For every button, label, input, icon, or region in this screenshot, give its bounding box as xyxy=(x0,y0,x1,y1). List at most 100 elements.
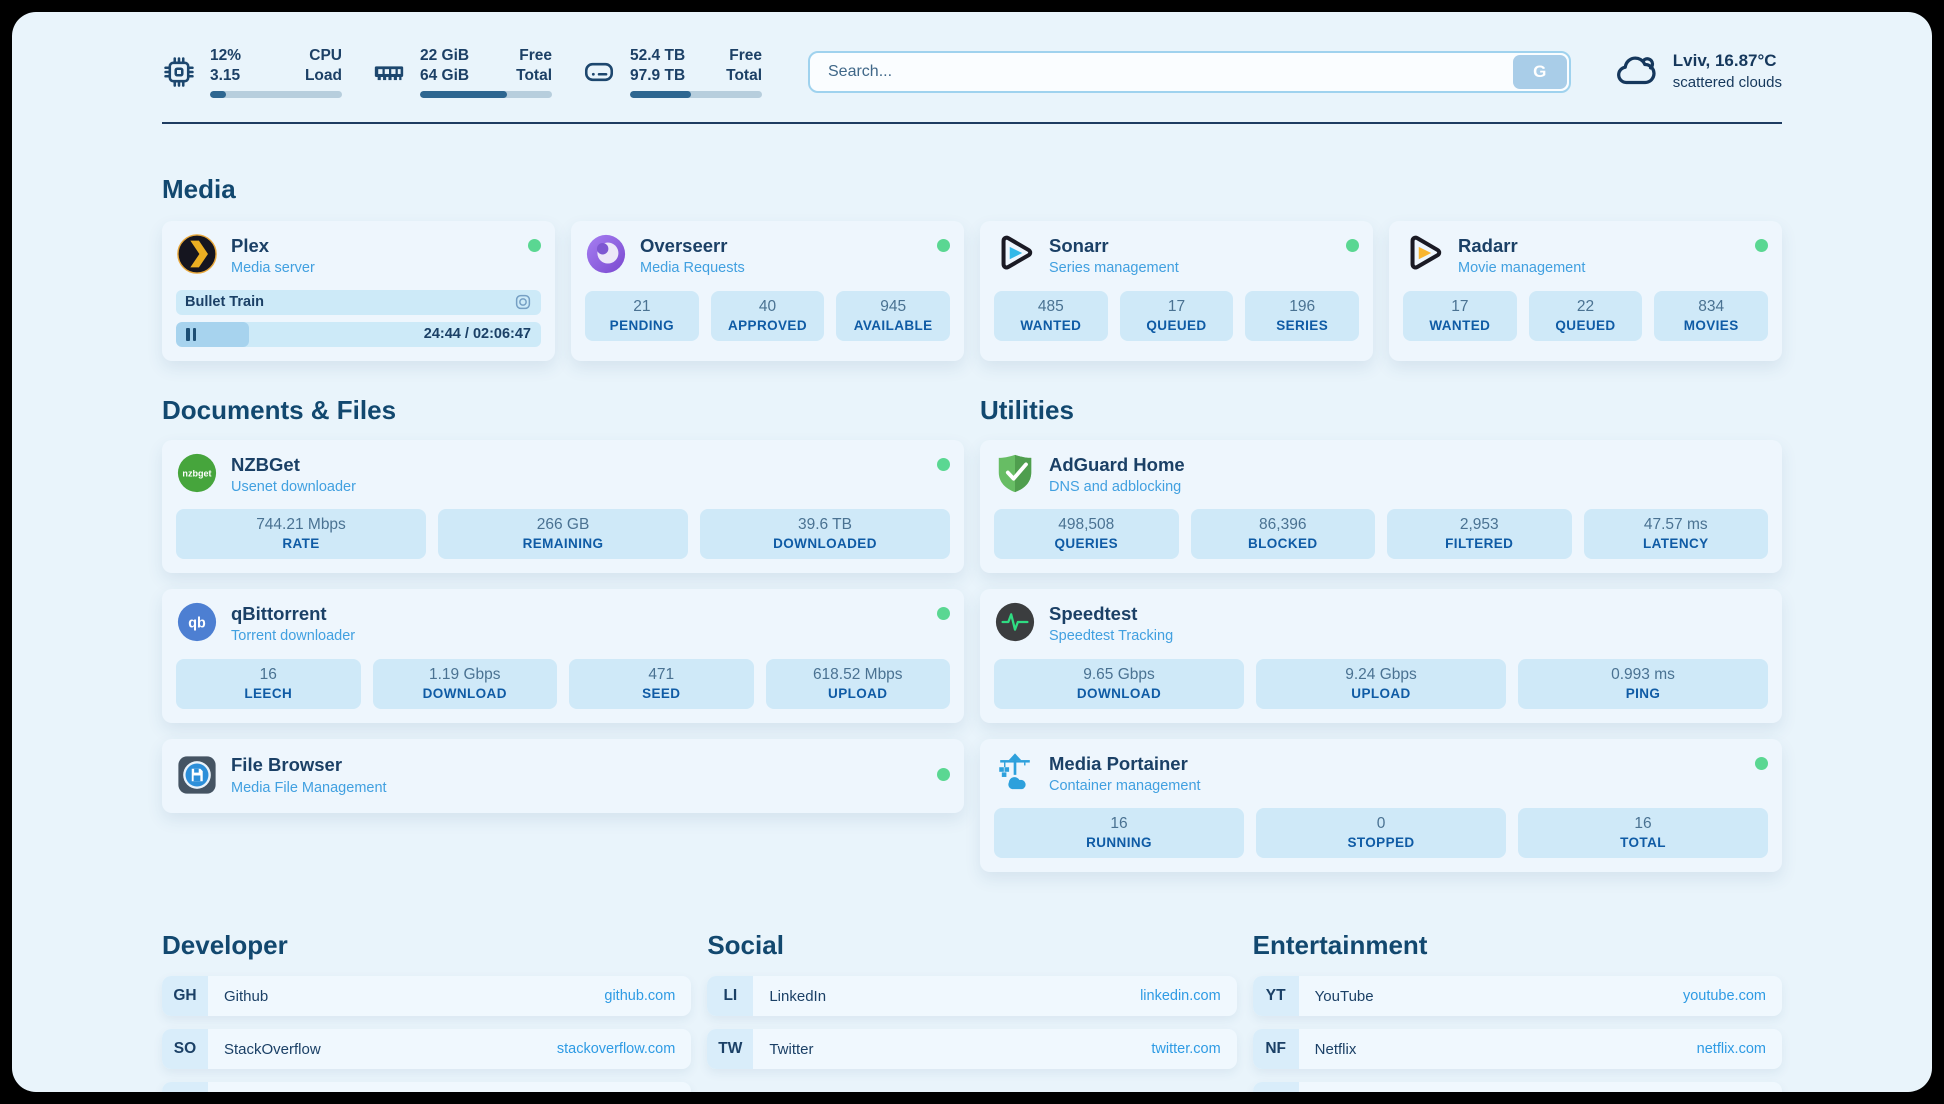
status-dot xyxy=(1755,239,1768,252)
ram-icon xyxy=(372,55,406,89)
system-stats: 12% 3.15 CPU Load xyxy=(162,46,762,98)
bookmark-abbr: RE xyxy=(1253,1082,1299,1092)
bookmark-group-entertainment: Entertainment YT YouTube youtube.com NF … xyxy=(1253,930,1782,1092)
bookmark-url: linkedin.com xyxy=(1140,988,1221,1004)
utilities-column: Utilities AdGuard Home xyxy=(980,395,1782,873)
bookmark-abbr: DT xyxy=(162,1082,208,1092)
svg-text:nzbget: nzbget xyxy=(182,468,211,478)
sonarr-icon xyxy=(994,233,1036,275)
section-title-social: Social xyxy=(707,930,1236,961)
stat-chip: 485 WANTED xyxy=(994,291,1108,341)
search-bar: G xyxy=(808,51,1571,93)
bookmark-name: YouTube xyxy=(1315,988,1374,1005)
status-dot xyxy=(528,239,541,252)
bookmark-netflix[interactable]: NF Netflix netflix.com xyxy=(1253,1029,1782,1069)
bookmark-name: StackOverflow xyxy=(224,1041,321,1058)
ram-total-value: 64 GiB xyxy=(420,66,469,85)
media-grid: Plex Media server Bullet Train 24:44 / 0… xyxy=(162,221,1782,361)
bookmark-url: twitter.com xyxy=(1151,1041,1220,1057)
stat-chip: 1.19 Gbps DOWNLOAD xyxy=(373,659,558,709)
bookmark-name: Github xyxy=(224,988,268,1005)
app-card-plex[interactable]: Plex Media server Bullet Train 24:44 / 0… xyxy=(162,221,555,361)
stat-chip: 16 LEECH xyxy=(176,659,361,709)
app-name: qBittorrent xyxy=(231,603,355,625)
bookmark-url: youtube.com xyxy=(1683,988,1766,1004)
app-card-qbittorrent[interactable]: qb qBittorrent Torrent downloader 16 LEE… xyxy=(162,589,964,723)
stat-chip: 17 WANTED xyxy=(1403,291,1517,341)
bookmark-linkedin[interactable]: LI LinkedIn linkedin.com xyxy=(707,976,1236,1016)
stat-chip: 0.993 ms PING xyxy=(1518,659,1768,709)
status-dot xyxy=(937,768,950,781)
bookmark-reddit[interactable]: RE Reddit reddit.com xyxy=(1253,1082,1782,1092)
app-name: AdGuard Home xyxy=(1049,454,1185,476)
session-icon[interactable] xyxy=(514,293,532,311)
stat-chip: 39.6 TB DOWNLOADED xyxy=(700,509,950,559)
app-name: Sonarr xyxy=(1049,235,1179,257)
bookmark-abbr: TW xyxy=(707,1029,753,1069)
bookmark-github[interactable]: GH Github github.com xyxy=(162,976,691,1016)
memory-stat: 22 GiB 64 GiB Free Total xyxy=(372,46,552,98)
cpu-stat: 12% 3.15 CPU Load xyxy=(162,46,342,98)
weather-widget: Lviv, 16.87°C scattered clouds xyxy=(1613,47,1782,98)
bookmark-dev[interactable]: DT DEV dev.to xyxy=(162,1082,691,1092)
stat-chip: 86,396 BLOCKED xyxy=(1191,509,1376,559)
status-dot xyxy=(937,239,950,252)
app-name: Radarr xyxy=(1458,235,1585,257)
bookmark-abbr: YT xyxy=(1253,976,1299,1016)
cpu-progress-bar xyxy=(210,91,342,98)
app-card-radarr[interactable]: Radarr Movie management 17 WANTED 22 QUE… xyxy=(1389,221,1782,361)
stat-chip: 16 RUNNING xyxy=(994,808,1244,858)
ram-free-value: 22 GiB xyxy=(420,46,469,65)
playback-progress-bar: 24:44 / 02:06:47 xyxy=(176,322,541,347)
app-card-speedtest[interactable]: Speedtest Speedtest Tracking 9.65 Gbps D… xyxy=(980,589,1782,723)
bookmark-twitter[interactable]: TW Twitter twitter.com xyxy=(707,1029,1236,1069)
search-input[interactable] xyxy=(808,51,1571,93)
disk-total-value: 97.9 TB xyxy=(630,66,685,85)
app-card-sonarr[interactable]: Sonarr Series management 485 WANTED 17 Q… xyxy=(980,221,1373,361)
app-subtitle: Series management xyxy=(1049,260,1179,277)
bookmark-name: Twitter xyxy=(769,1041,813,1058)
bookmark-abbr: SO xyxy=(162,1029,208,1069)
cpu-icon xyxy=(162,55,196,89)
app-card-portainer[interactable]: Media Portainer Container management 16 … xyxy=(980,739,1782,873)
header: 12% 3.15 CPU Load xyxy=(162,40,1782,104)
app-card-overseerr[interactable]: Overseerr Media Requests 21 PENDING 40 A… xyxy=(571,221,964,361)
app-name: Plex xyxy=(231,235,315,257)
bookmark-stackoverflow[interactable]: SO StackOverflow stackoverflow.com xyxy=(162,1029,691,1069)
stat-chip: 9.24 Gbps UPLOAD xyxy=(1256,659,1506,709)
bookmark-group-developer: Developer GH Github github.com SO StackO… xyxy=(162,930,691,1092)
stat-chip: 47.57 ms LATENCY xyxy=(1584,509,1769,559)
stat-chip: 744.21 Mbps RATE xyxy=(176,509,426,559)
section-title-utilities: Utilities xyxy=(980,395,1782,426)
app-subtitle: Media File Management xyxy=(231,780,387,797)
section-title-entertainment: Entertainment xyxy=(1253,930,1782,961)
app-card-adguard[interactable]: AdGuard Home DNS and adblocking 498,508 … xyxy=(980,440,1782,574)
disk-icon xyxy=(582,55,616,89)
stat-chip: 471 SEED xyxy=(569,659,754,709)
search-provider-button[interactable]: G xyxy=(1513,55,1567,89)
app-subtitle: Usenet downloader xyxy=(231,479,356,496)
app-subtitle: Speedtest Tracking xyxy=(1049,628,1173,645)
documents-column: Documents & Files nzbget NZBGet U xyxy=(162,395,964,873)
bookmark-name: LinkedIn xyxy=(769,988,826,1005)
app-subtitle: Media Requests xyxy=(640,260,745,277)
adguard-icon xyxy=(994,452,1036,494)
plex-icon xyxy=(176,233,218,275)
app-card-nzbget[interactable]: nzbget NZBGet Usenet downloader 744.21 M… xyxy=(162,440,964,574)
app-card-filebrowser[interactable]: File Browser Media File Management xyxy=(162,739,964,813)
bookmark-group-social: Social LI LinkedIn linkedin.com TW Twitt… xyxy=(707,930,1236,1092)
app-name: Speedtest xyxy=(1049,603,1173,625)
bookmark-abbr: LI xyxy=(707,976,753,1016)
bookmark-url: netflix.com xyxy=(1697,1041,1766,1057)
speedtest-icon xyxy=(994,601,1036,643)
stat-chip: 618.52 Mbps UPLOAD xyxy=(766,659,951,709)
bookmark-youtube[interactable]: YT YouTube youtube.com xyxy=(1253,976,1782,1016)
ram-progress-bar xyxy=(420,91,552,98)
nzbget-icon: nzbget xyxy=(176,452,218,494)
cpu-load-label: Load xyxy=(305,66,342,85)
disk-free-value: 52.4 TB xyxy=(630,46,685,65)
bookmark-url: stackoverflow.com xyxy=(557,1041,675,1057)
app-name: File Browser xyxy=(231,754,387,776)
app-subtitle: Movie management xyxy=(1458,260,1585,277)
stat-chip: 9.65 Gbps DOWNLOAD xyxy=(994,659,1244,709)
